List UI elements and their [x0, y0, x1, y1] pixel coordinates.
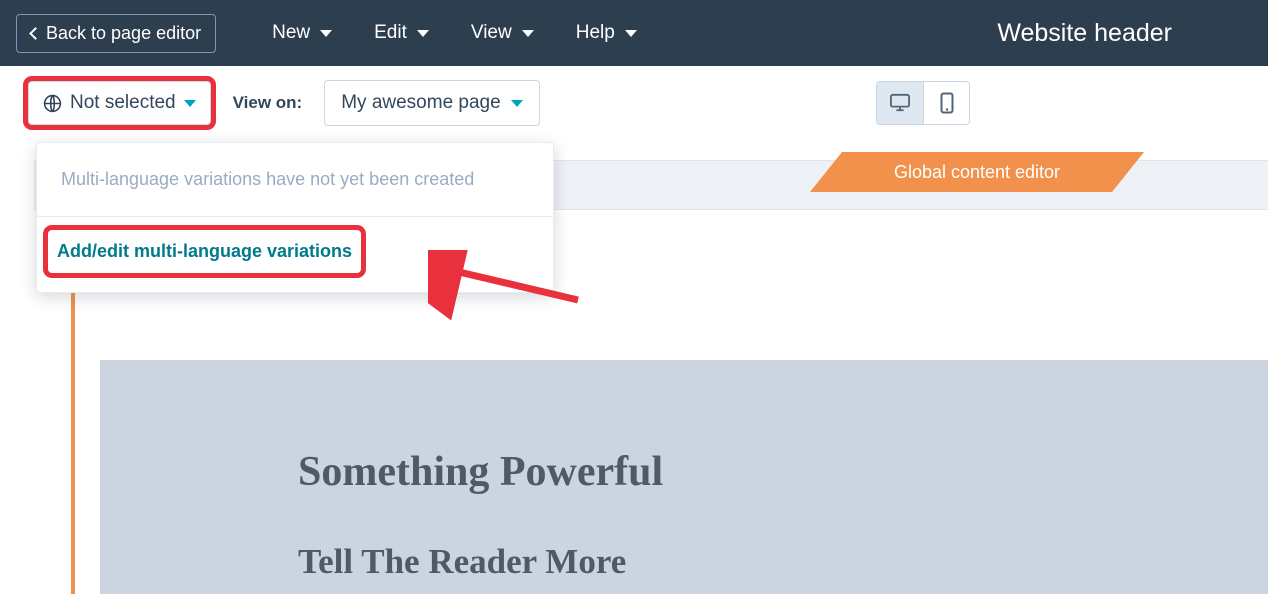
chevron-down-icon [625, 30, 637, 37]
chevron-left-icon [29, 27, 42, 40]
nav-item-label: View [471, 22, 512, 44]
content-area[interactable]: Something Powerful Tell The Reader More [100, 360, 1268, 594]
chevron-down-icon [184, 100, 196, 107]
nav-item-new[interactable]: New [272, 22, 332, 44]
content-heading: Something Powerful [298, 448, 1268, 496]
content-subheading: Tell The Reader More [298, 542, 1268, 582]
toolbar: Not selected View on: My awesome page [0, 66, 1268, 140]
chevron-down-icon [320, 30, 332, 37]
desktop-icon [889, 93, 911, 113]
globe-icon [43, 94, 62, 113]
nav-item-label: New [272, 22, 310, 44]
mobile-icon [940, 92, 954, 114]
global-content-banner-label: Global content editor [894, 162, 1060, 183]
page-selector[interactable]: My awesome page [324, 80, 539, 126]
nav-item-label: Edit [374, 22, 407, 44]
view-on-label: View on: [233, 93, 303, 113]
nav-item-help[interactable]: Help [576, 22, 637, 44]
nav-item-view[interactable]: View [471, 22, 534, 44]
language-selector-label: Not selected [70, 92, 176, 114]
back-button[interactable]: Back to page editor [16, 14, 216, 53]
back-button-label: Back to page editor [46, 23, 201, 44]
page-title: Website header [997, 19, 1172, 48]
nav-item-edit[interactable]: Edit [374, 22, 429, 44]
device-toggle [876, 81, 970, 125]
chevron-down-icon [511, 100, 523, 107]
add-edit-multilanguage-label: Add/edit multi-language variations [57, 241, 352, 261]
language-dropdown-panel: Multi-language variations have not yet b… [36, 142, 554, 293]
add-edit-multilanguage-button[interactable]: Add/edit multi-language variations [47, 229, 362, 274]
language-dropdown-action-wrap: Add/edit multi-language variations [37, 217, 553, 292]
chevron-down-icon [522, 30, 534, 37]
global-content-banner: Global content editor [810, 152, 1144, 192]
chevron-down-icon [417, 30, 429, 37]
language-selector[interactable]: Not selected [28, 81, 211, 125]
nav-menu: New Edit View Help [272, 22, 637, 44]
device-mobile-button[interactable] [923, 82, 969, 124]
top-nav: Back to page editor New Edit View Help W… [0, 0, 1268, 66]
nav-item-label: Help [576, 22, 615, 44]
page-selector-label: My awesome page [341, 92, 500, 114]
device-desktop-button[interactable] [877, 82, 923, 124]
language-dropdown-message: Multi-language variations have not yet b… [37, 143, 553, 217]
